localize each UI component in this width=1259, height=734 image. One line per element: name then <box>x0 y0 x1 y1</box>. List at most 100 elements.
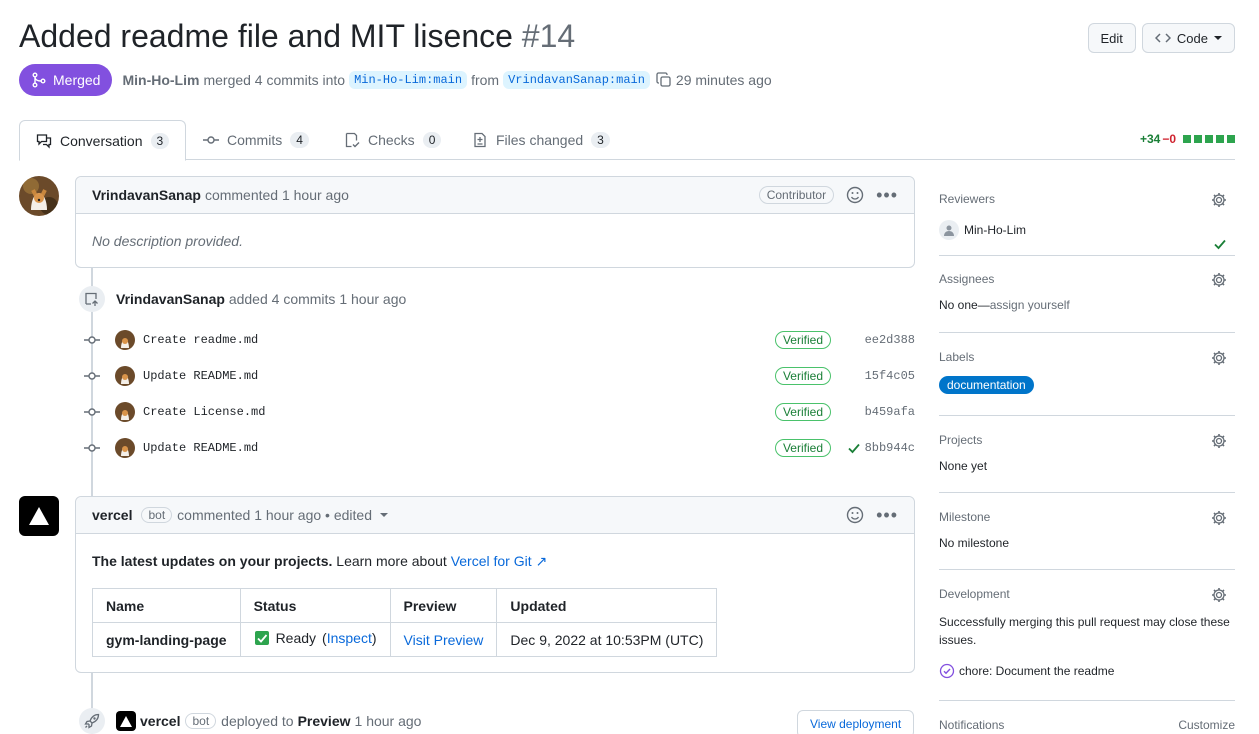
vercel-for-git-link[interactable]: Vercel for Git ↗ <box>451 553 548 569</box>
development-text: Successfully merging this pull request m… <box>939 615 1230 647</box>
check-icon[interactable] <box>847 441 861 455</box>
development-heading[interactable]: Development <box>939 587 1235 601</box>
caret-down-icon[interactable] <box>379 511 388 519</box>
inspect-link[interactable]: Inspect <box>327 630 372 646</box>
comment-discussion-icon <box>36 133 52 149</box>
tab-conversation[interactable]: Conversation 3 <box>19 120 187 161</box>
commit-row: Update README.md Verified 15f4c05 <box>76 364 915 388</box>
deploy-event-text: vercel bot deployed to Preview 1 hour ag… <box>116 711 421 731</box>
kebab-menu-icon[interactable]: ••• <box>876 506 898 524</box>
tab-count: 4 <box>290 132 309 148</box>
view-deployment-button[interactable]: View deployment <box>797 710 915 734</box>
merge-text: merged 4 commits into <box>203 72 346 88</box>
gear-icon[interactable] <box>1211 272 1227 288</box>
commit-author-avatar[interactable] <box>115 402 135 422</box>
commit-author-avatar[interactable] <box>115 438 135 458</box>
commit-author-avatar[interactable] <box>115 366 135 386</box>
tab-files-changed[interactable]: Files changed 3 <box>456 120 626 160</box>
comment-author[interactable]: vercel <box>92 507 132 523</box>
merged-state-badge: Merged <box>19 64 113 96</box>
notifications-section: Notifications Customize <box>939 718 1235 732</box>
documentation-label[interactable]: documentation <box>939 376 1034 394</box>
gear-icon[interactable] <box>1211 587 1227 603</box>
commit-row: Create License.md Verified b459afa <box>76 400 915 424</box>
tab-label: Commits <box>227 132 283 148</box>
git-commit-icon <box>203 136 219 144</box>
commits-event-text: VrindavanSanap added 4 commits 1 hour ag… <box>116 291 406 307</box>
edit-button[interactable]: Edit <box>1087 23 1136 53</box>
customize-link[interactable]: Customize <box>1178 718 1235 732</box>
assignees-heading[interactable]: Assignees <box>939 272 1235 286</box>
assign-yourself-link[interactable]: assign yourself <box>990 298 1070 312</box>
comment-time[interactable]: commented 1 hour ago • edited <box>177 507 372 523</box>
pr-meta: Merged Min-Ho-Lim merged 4 commits into … <box>19 64 772 96</box>
diffstat-block <box>1227 135 1235 143</box>
assignees-section: Assignees No one—assign yourself <box>939 272 1235 333</box>
avatar[interactable] <box>19 176 59 216</box>
git-commit-icon <box>84 372 100 380</box>
gear-icon[interactable] <box>1211 510 1227 526</box>
commit-message[interactable]: Update README.md <box>143 369 258 383</box>
vercel-intro: The latest updates on your projects. Lea… <box>92 553 898 570</box>
verified-badge[interactable]: Verified <box>774 367 831 385</box>
commit-sha[interactable]: ee2d388 <box>865 333 915 347</box>
copy-icon[interactable] <box>656 72 672 88</box>
diffstat-additions: +34 <box>1139 132 1161 146</box>
git-commit-icon <box>84 444 100 452</box>
reviewer-item[interactable]: Min-Ho-Lim <box>939 220 1026 240</box>
gear-icon[interactable] <box>1211 192 1227 208</box>
head-branch[interactable]: VrindavanSanap:main <box>503 71 650 89</box>
commit-message[interactable]: Create readme.md <box>143 333 258 347</box>
from-text: from <box>471 72 500 88</box>
vercel-small-avatar[interactable] <box>116 711 136 731</box>
diffstat-deletions: −0 <box>1162 132 1176 146</box>
smiley-icon[interactable] <box>846 506 864 524</box>
commit-row: Update README.md Verified 8bb944c <box>76 436 915 460</box>
vercel-avatar[interactable] <box>19 496 59 536</box>
reviewers-heading[interactable]: Reviewers <box>939 192 1235 206</box>
diffstat-block <box>1205 135 1213 143</box>
smiley-icon[interactable] <box>846 186 864 204</box>
deployments-table: Name Status Preview Updated gym-landing-… <box>92 588 718 657</box>
verified-badge[interactable]: Verified <box>774 403 831 421</box>
pr-tabs: Conversation 3 Commits 4 Checks 0 Files … <box>19 120 1235 161</box>
comment-author[interactable]: VrindavanSanap <box>92 187 201 203</box>
linked-issue[interactable]: chore: Document the readme <box>939 663 1114 679</box>
assignees-none: No one— <box>939 298 990 312</box>
kebab-menu-icon[interactable]: ••• <box>876 186 898 204</box>
base-branch[interactable]: Min-Ho-Lim:main <box>349 71 468 89</box>
labels-heading[interactable]: Labels <box>939 350 1235 364</box>
edit-button-label: Edit <box>1100 30 1123 46</box>
verified-badge[interactable]: Verified <box>774 439 831 457</box>
visit-preview-link[interactable]: Visit Preview <box>404 632 484 648</box>
milestone-heading[interactable]: Milestone <box>939 510 1235 524</box>
tab-checks[interactable]: Checks 0 <box>328 120 457 160</box>
comment-body: No description provided. <box>92 233 243 249</box>
projects-heading[interactable]: Projects <box>939 433 1235 447</box>
commit-author-avatar[interactable] <box>115 330 135 350</box>
commit-sha[interactable]: b459afa <box>865 405 915 419</box>
git-commit-icon <box>84 408 100 416</box>
project-name: gym-landing-page <box>92 622 241 657</box>
verified-badge[interactable]: Verified <box>774 331 831 349</box>
file-diff-icon <box>474 132 486 148</box>
commit-message[interactable]: Create License.md <box>143 405 265 419</box>
code-icon <box>1154 33 1171 43</box>
deploy-author[interactable]: vercel <box>140 713 180 729</box>
comment-time[interactable]: commented 1 hour ago <box>205 187 349 203</box>
commit-sha[interactable]: 15f4c05 <box>865 369 915 383</box>
tab-commits[interactable]: Commits 4 <box>187 120 325 160</box>
table-header: Status <box>239 588 391 623</box>
gear-icon[interactable] <box>1211 433 1227 449</box>
contributor-badge: Contributor <box>758 186 835 204</box>
merger-link[interactable]: Min-Ho-Lim <box>122 72 199 88</box>
commit-row: Create readme.md Verified ee2d388 <box>76 328 915 352</box>
bot-badge: bot <box>141 507 173 523</box>
gear-icon[interactable] <box>1211 350 1227 366</box>
commits-event-author[interactable]: VrindavanSanap <box>116 291 225 307</box>
commit-sha[interactable]: 8bb944c <box>865 441 915 455</box>
code-button[interactable]: Code <box>1141 23 1235 53</box>
merged-state-label: Merged <box>53 72 101 88</box>
commit-message[interactable]: Update README.md <box>143 441 258 455</box>
deploy-status-cell: Ready (Inspect) <box>239 622 391 657</box>
